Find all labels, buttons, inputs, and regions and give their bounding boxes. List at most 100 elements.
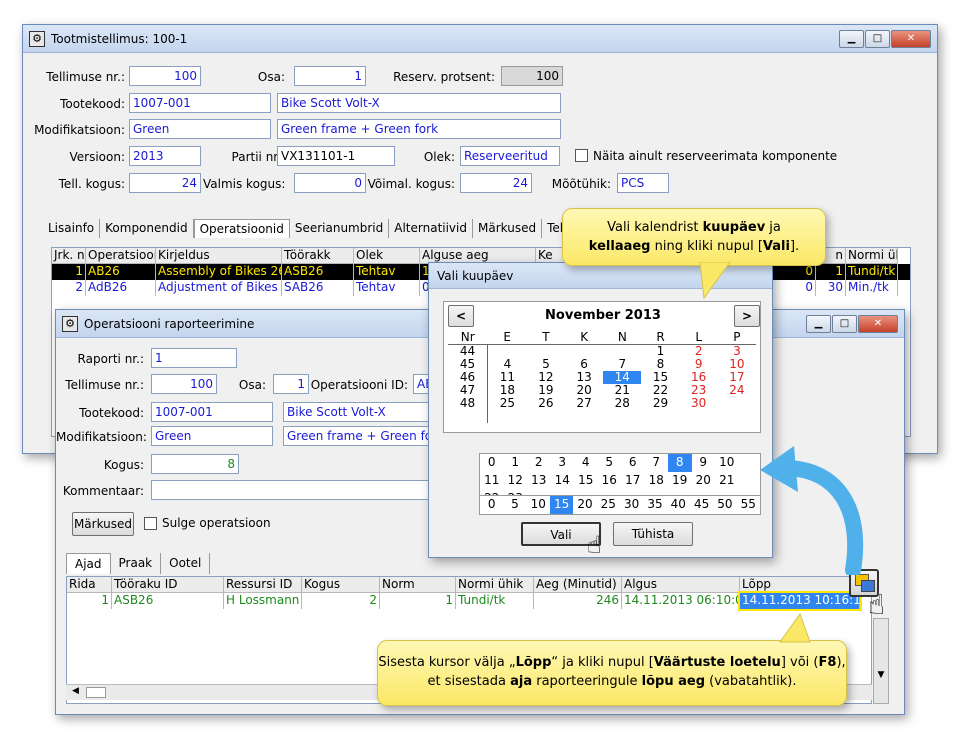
next-month-button[interactable]: > — [734, 305, 760, 327]
modification-name-field[interactable]: Green frame + Green fork — [277, 119, 561, 139]
hour-cell[interactable]: 3 — [551, 454, 575, 472]
col-header[interactable]: Algus — [622, 577, 740, 593]
day-cell[interactable]: 26 — [527, 397, 565, 410]
hour-cell[interactable]: 20 — [692, 472, 716, 490]
order-no-field[interactable]: 100 — [151, 374, 217, 394]
tab-ootel[interactable]: Ootel — [161, 553, 211, 574]
hour-cell[interactable]: 15 — [574, 472, 598, 490]
tab-seerianumbrid[interactable]: Seerianumbrid — [290, 219, 390, 238]
hour-cell[interactable]: 19 — [668, 472, 692, 490]
product-name-field[interactable]: Bike Scott Volt-X — [277, 93, 561, 113]
version-field[interactable]: 2013 — [129, 146, 201, 166]
comment-field[interactable] — [151, 480, 431, 500]
tab-ajad[interactable]: Ajad — [66, 553, 111, 574]
day-cell[interactable]: 2 — [680, 345, 718, 359]
col-header[interactable]: Olek — [354, 248, 420, 264]
minute-cell[interactable]: 0 — [480, 496, 503, 514]
col-header[interactable]: Norm — [380, 577, 456, 593]
col-header[interactable]: Ressursi ID — [224, 577, 302, 593]
tab-lisainfo[interactable]: Lisainfo — [43, 219, 101, 238]
hour-cell[interactable]: 14 — [551, 472, 575, 490]
title-bar[interactable]: ⚙ Tootmistellimus: 100-1 ▁ □ ✕ — [23, 25, 937, 53]
col-header[interactable]: Normi ühik — [456, 577, 534, 593]
hour-cell[interactable]: 11 — [480, 472, 504, 490]
day-cell[interactable]: 28 — [603, 397, 641, 410]
col-header[interactable]: Lõpp — [740, 577, 860, 593]
modification-field[interactable]: Green — [129, 119, 271, 139]
hour-cell[interactable]: 4 — [574, 454, 598, 472]
selected-hour-cell[interactable]: 8 — [668, 454, 692, 472]
vertical-scrollbar[interactable] — [873, 618, 889, 704]
product-code-field[interactable]: 1007-001 — [151, 402, 273, 422]
product-name-field[interactable]: Bike Scott Volt-X — [283, 402, 431, 422]
hour-cell[interactable]: 18 — [645, 472, 669, 490]
total-qty-field[interactable]: 24 — [129, 173, 201, 193]
product-code-field[interactable]: 1007-001 — [129, 93, 271, 113]
end-time-cell[interactable]: 14.11.2013 10:16:15 — [738, 591, 862, 611]
col-header[interactable]: Kogus — [302, 577, 380, 593]
hour-cell[interactable]: 12 — [504, 472, 528, 490]
tab-operatsioonid[interactable]: Operatsioonid — [193, 219, 290, 238]
unit-field[interactable]: PCS — [617, 173, 669, 193]
tab-alternatiivid[interactable]: Alternatiivid — [389, 219, 473, 238]
scroll-left-arrow[interactable]: ◀ — [72, 686, 79, 696]
qty-field[interactable]: 8 — [151, 454, 239, 474]
day-cell[interactable]: 24 — [718, 384, 756, 397]
done-qty-field[interactable]: 0 — [294, 173, 366, 193]
day-cell[interactable] — [565, 345, 603, 359]
day-cell[interactable] — [487, 345, 526, 359]
close-operation-checkbox[interactable] — [144, 517, 157, 530]
minute-cell[interactable]: 5 — [503, 496, 526, 514]
minute-cell[interactable]: 50 — [713, 496, 736, 514]
scroll-down-arrow[interactable]: ▼ — [873, 670, 889, 680]
hour-cell[interactable]: 1 — [504, 454, 528, 472]
hour-cell[interactable]: 6 — [621, 454, 645, 472]
modification-name-field[interactable]: Green frame + Green fork — [283, 426, 431, 446]
prev-month-button[interactable]: < — [448, 305, 474, 327]
day-cell[interactable]: 29 — [641, 397, 679, 410]
tab-komponendid[interactable]: Komponendid — [100, 219, 194, 238]
day-cell[interactable]: 25 — [487, 397, 526, 410]
report-no-field[interactable]: 1 — [151, 348, 237, 368]
col-header[interactable]: Tööraku ID — [112, 577, 224, 593]
notes-button[interactable]: Märkused — [72, 512, 134, 536]
minute-cell[interactable]: 45 — [690, 496, 713, 514]
tab-markused[interactable]: Märkused — [473, 219, 543, 238]
maximize-button[interactable]: □ — [832, 315, 857, 333]
table-row[interactable]: 1 ASB26 H Lossmann 2 1 Tundi/tk 246 14.1… — [67, 591, 871, 611]
minute-cell[interactable]: 35 — [643, 496, 666, 514]
day-cell[interactable] — [527, 345, 565, 359]
minute-cell[interactable]: 55 — [737, 496, 760, 514]
minimize-button[interactable]: ▁ — [806, 315, 831, 333]
hour-cell[interactable]: 10 — [715, 454, 739, 472]
col-header[interactable]: Aeg (Minutid) — [534, 577, 622, 593]
scroll-thumb[interactable] — [86, 687, 106, 698]
minute-cell[interactable]: 30 — [620, 496, 643, 514]
hour-cell[interactable]: 7 — [645, 454, 669, 472]
selected-minute-cell[interactable]: 15 — [549, 496, 574, 514]
hour-cell[interactable]: 0 — [480, 454, 504, 472]
hour-cell[interactable]: 21 — [715, 472, 739, 490]
hour-cell[interactable]: 5 — [598, 454, 622, 472]
day-cell[interactable] — [603, 345, 641, 359]
minimize-button[interactable]: ▁ — [839, 30, 864, 48]
only-unreserved-checkbox[interactable] — [575, 149, 588, 162]
cancel-button[interactable]: Tühista — [613, 522, 693, 546]
minute-cell[interactable]: 40 — [667, 496, 690, 514]
possible-qty-field[interactable]: 24 — [460, 173, 532, 193]
order-no-field[interactable]: 100 — [129, 66, 201, 86]
status-field[interactable]: Reserveeritud — [460, 146, 560, 166]
close-button[interactable]: ✕ — [858, 315, 898, 333]
tab-praak[interactable]: Praak — [111, 553, 162, 574]
part-field[interactable]: 1 — [273, 374, 309, 394]
day-cell[interactable]: 30 — [680, 397, 718, 410]
day-cell[interactable]: 1 — [641, 345, 679, 359]
minute-cell[interactable]: 10 — [527, 496, 550, 514]
hour-cell[interactable]: 17 — [621, 472, 645, 490]
col-header[interactable]: Normi üh — [846, 248, 898, 264]
close-button[interactable]: ✕ — [891, 30, 931, 48]
col-header[interactable]: Töörakk — [282, 248, 354, 264]
hour-cell[interactable]: 2 — [527, 454, 551, 472]
col-header[interactable]: Operatsiooni — [86, 248, 156, 264]
hour-cell[interactable]: 16 — [598, 472, 622, 490]
